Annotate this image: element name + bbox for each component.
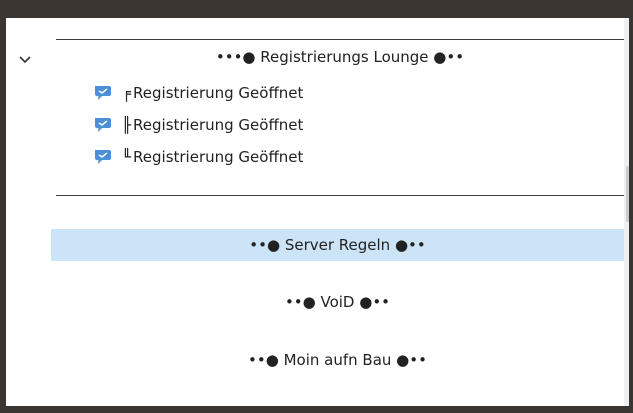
channel-row-server-regeln[interactable]: ••● Server Regeln ●•• bbox=[51, 229, 624, 261]
category-title[interactable]: •••● Registrierungs Lounge ●•• bbox=[56, 48, 624, 66]
channel-row-void[interactable]: ••● VoiD ●•• bbox=[51, 286, 624, 318]
channel-item[interactable]: ╙ Registrierung Geöffnet bbox=[92, 146, 303, 168]
channel-item[interactable]: ╟ Registrierung Geöffnet bbox=[92, 114, 303, 136]
category-separator-top bbox=[56, 39, 624, 40]
channel-label: Registrierung Geöffnet bbox=[133, 116, 304, 134]
category-separator-bottom bbox=[56, 195, 624, 196]
window-frame-right bbox=[629, 18, 633, 413]
row-label: ••● Moin aufn Bau ●•• bbox=[248, 351, 427, 369]
chevron-down-icon[interactable] bbox=[16, 51, 34, 69]
speech-bubble-icon bbox=[92, 84, 114, 102]
row-label: ••● VoiD ●•• bbox=[284, 293, 391, 311]
channel-label: Registrierung Geöffnet bbox=[133, 148, 304, 166]
vertical-scrollbar[interactable] bbox=[624, 18, 629, 406]
channel-item[interactable]: ╒ Registrierung Geöffnet bbox=[92, 82, 303, 104]
channel-prefix: ╟ bbox=[122, 116, 132, 134]
channel-label: Registrierung Geöffnet bbox=[133, 84, 304, 102]
speech-bubble-icon bbox=[92, 148, 114, 166]
window-frame-top bbox=[0, 0, 633, 18]
row-label: ••● Server Regeln ●•• bbox=[249, 236, 426, 254]
channel-prefix: ╒ bbox=[122, 84, 132, 102]
window-frame-bottom bbox=[0, 406, 633, 413]
channel-prefix: ╙ bbox=[122, 148, 132, 166]
channel-tree-panel: •••● Registrierungs Lounge ●•• ╒ Registr… bbox=[6, 18, 629, 406]
scrollbar-thumb[interactable] bbox=[626, 166, 629, 222]
channel-row-moin-aufn-bau[interactable]: ••● Moin aufn Bau ●•• bbox=[51, 344, 624, 376]
speech-bubble-icon bbox=[92, 116, 114, 134]
